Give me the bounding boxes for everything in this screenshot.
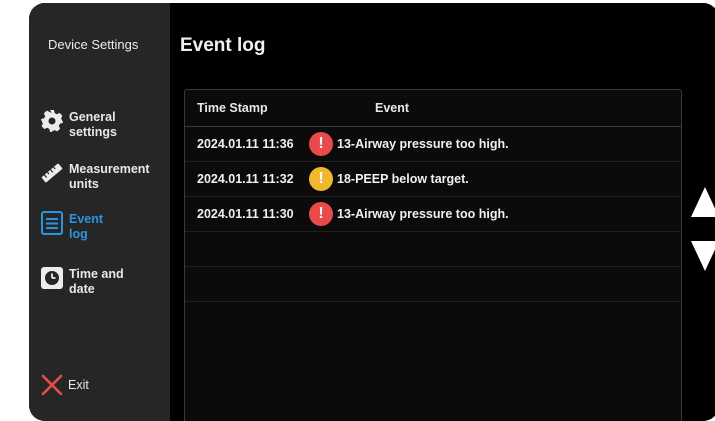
row-timestamp: 2024.01.11 11:30: [197, 207, 294, 221]
exclamation-icon: !: [309, 167, 333, 191]
sidebar-item-time-and-date[interactable]: Time and date: [39, 265, 167, 297]
scroll-up-button[interactable]: [690, 185, 715, 219]
empty-row: [185, 232, 681, 267]
gear-icon: [39, 108, 65, 134]
settings-sidebar: Device Settings General settings Measure…: [29, 3, 170, 421]
exclamation-icon: !: [309, 202, 333, 226]
sidebar-title: Device Settings: [48, 37, 139, 52]
page-title: Event log: [180, 35, 266, 56]
column-header-event: Event: [375, 101, 410, 115]
clock-icon: [39, 265, 65, 291]
triangle-up-icon: [691, 187, 715, 217]
exit-label: Exit: [68, 378, 89, 392]
sidebar-item-general-settings[interactable]: General settings: [39, 108, 167, 140]
sidebar-item-measurement-units[interactable]: Measurement units: [39, 160, 167, 192]
main-content: Event log Time Stamp Event 2024.01.11 11…: [170, 3, 715, 421]
column-header-timestamp: Time Stamp: [197, 101, 268, 115]
sidebar-item-event-log[interactable]: Event log: [39, 210, 167, 242]
triangle-down-icon: [691, 241, 715, 271]
close-icon: [40, 373, 64, 397]
list-icon: [39, 210, 65, 236]
device-screen: Device Settings General settings Measure…: [29, 3, 715, 421]
row-event: 13-Airway pressure too high.: [337, 207, 509, 221]
scroll-down-button[interactable]: [690, 239, 715, 273]
row-event: 13-Airway pressure too high.: [337, 137, 509, 151]
ruler-icon: [39, 160, 65, 186]
exclamation-icon: !: [309, 132, 333, 156]
row-timestamp: 2024.01.11 11:36: [197, 137, 294, 151]
table-row[interactable]: 2024.01.11 11:30 ! 13-Airway pressure to…: [185, 197, 681, 232]
table-row[interactable]: 2024.01.11 11:32 ! 18-PEEP below target.: [185, 162, 681, 197]
table-row[interactable]: 2024.01.11 11:36 ! 13-Airway pressure to…: [185, 127, 681, 162]
row-timestamp: 2024.01.11 11:32: [197, 172, 294, 186]
exit-button[interactable]: Exit: [40, 373, 89, 397]
empty-row: [185, 267, 681, 302]
row-event: 18-PEEP below target.: [337, 172, 469, 186]
event-log-table: Time Stamp Event 2024.01.11 11:36 ! 13-A…: [184, 89, 682, 421]
table-header: Time Stamp Event: [185, 90, 681, 127]
